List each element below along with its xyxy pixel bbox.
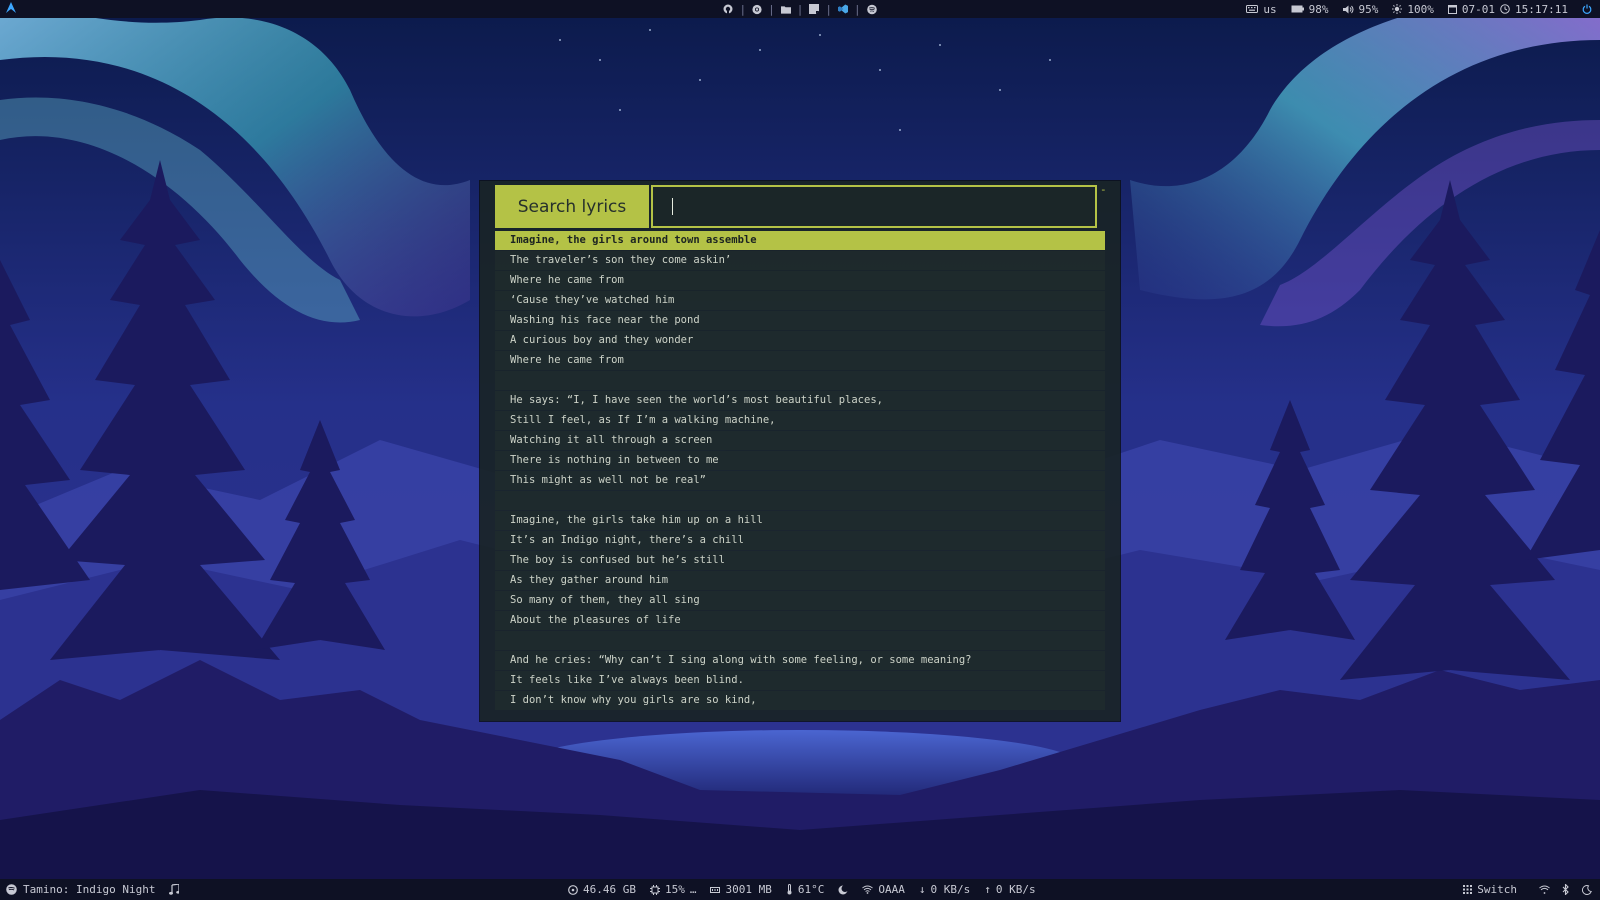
lyric-line[interactable]: And he cries: “Why can’t I sing along wi…: [495, 651, 1105, 670]
memory-icon: [710, 886, 721, 893]
lyric-line[interactable]: ‘Cause they’ve watched him: [495, 291, 1105, 310]
bottom-status-bar: Tamino: Indigo Night 46.46 GB 15% … 3001…: [0, 879, 1600, 900]
lyric-line[interactable]: As they gather around him: [495, 571, 1105, 590]
grid-icon: [1463, 885, 1473, 894]
notes-icon[interactable]: [809, 4, 820, 14]
upload-speed: ↑ 0 KB/s: [984, 883, 1035, 896]
workspace-switch-button[interactable]: Switch: [1463, 883, 1517, 896]
temperature-value: 61°C: [797, 883, 825, 896]
night-light-toggle[interactable]: [838, 884, 849, 895]
network-status[interactable]: OAAA: [862, 883, 905, 896]
lyric-line[interactable]: The boy is confused but he’s still: [495, 551, 1105, 570]
cpu-icon: [649, 884, 660, 895]
lyric-line[interactable]: So many of them, they all sing: [495, 591, 1105, 610]
brightness-icon: [1392, 4, 1403, 14]
cpu-more: …: [689, 883, 697, 896]
memory-value: 3001 MB: [725, 883, 772, 896]
folder-icon[interactable]: [780, 4, 791, 14]
cpu-value: 15%: [664, 883, 685, 896]
lyric-line[interactable]: About the pleasures of life: [495, 611, 1105, 630]
time-label: 15:17:11: [1515, 2, 1568, 16]
wifi-icon: [862, 885, 874, 894]
bluetooth-icon[interactable]: [1562, 884, 1570, 895]
disk-usage: 46.46 GB: [568, 883, 636, 896]
wifi-tray-icon[interactable]: [1539, 885, 1550, 894]
lyric-line[interactable]: He says: “I, I have seen the world’s mos…: [495, 391, 1105, 410]
date-label: 07-01: [1461, 2, 1496, 16]
lyric-line[interactable]: Still I feel, as If I’m a walking machin…: [495, 411, 1105, 430]
arrow-down-icon: ↓: [918, 883, 926, 896]
text-caret: [672, 198, 673, 215]
thermometer-icon: [787, 884, 792, 895]
lyric-line[interactable]: This might as well not be real”: [495, 471, 1105, 490]
separator: |: [825, 2, 832, 16]
lyric-line[interactable]: [495, 371, 1105, 390]
lyric-line[interactable]: Washing his face near the pond: [495, 311, 1105, 330]
music-note-icon[interactable]: [169, 884, 180, 895]
spotify-icon[interactable]: [866, 4, 877, 14]
lyric-line[interactable]: It’s an Indigo night, there’s a chill: [495, 531, 1105, 550]
search-field[interactable]: [651, 185, 1097, 228]
memory-usage: 3001 MB: [710, 883, 772, 896]
lyric-line-selected[interactable]: Imagine, the girls around town assemble: [495, 231, 1105, 250]
lyric-line[interactable]: There is nothing in between to me: [495, 451, 1105, 470]
volume-icon: [1342, 5, 1354, 13]
volume-level: 95%: [1358, 2, 1379, 16]
workspace-switch-label: Switch: [1477, 883, 1517, 896]
vscode-icon[interactable]: [837, 4, 848, 14]
keyboard-icon: [1246, 5, 1259, 13]
system-tray: us 98% 95% 100% 07-01 15:17:11: [1246, 0, 1592, 18]
separator: |: [739, 2, 747, 16]
lyric-line[interactable]: Where he came from: [495, 271, 1105, 290]
system-stats: 46.46 GB 15% … 3001 MB 61°C OAAA ↓ 0 KB/…: [568, 879, 1036, 900]
lyric-line[interactable]: Watching it all through a screen: [495, 431, 1105, 450]
moon-icon: [838, 884, 849, 894]
separator: |: [853, 2, 861, 16]
cpu-usage: 15% …: [649, 883, 697, 896]
battery-indicator[interactable]: 98%: [1291, 3, 1329, 16]
download-speed: ↓ 0 KB/s: [919, 883, 970, 896]
upload-value: 0 KB/s: [995, 883, 1036, 896]
spotify-icon[interactable]: [6, 884, 17, 895]
clock-icon: [1500, 4, 1510, 14]
search-input[interactable]: [653, 187, 1095, 226]
separator: |: [796, 2, 804, 16]
battery-level: 98%: [1308, 2, 1329, 16]
chrome-icon[interactable]: [752, 4, 762, 14]
keyboard-layout-label: us: [1263, 2, 1277, 16]
brightness-indicator[interactable]: 100%: [1392, 3, 1434, 16]
volume-indicator[interactable]: 95%: [1342, 2, 1379, 16]
calendar-icon: [1447, 5, 1457, 14]
temperature: 61°C: [786, 883, 825, 896]
arrow-up-icon: ↑: [984, 883, 991, 896]
lyric-line[interactable]: It feels like I’ve always been blind.: [495, 671, 1105, 690]
lyric-line[interactable]: A curious boy and they wonder: [495, 331, 1105, 350]
lyric-line[interactable]: [495, 491, 1105, 510]
lyrics-list[interactable]: Imagine, the girls around town assemble T…: [495, 231, 1105, 711]
now-playing-label[interactable]: Tamino: Indigo Night: [23, 883, 155, 896]
lyric-line[interactable]: Where he came from: [495, 351, 1105, 370]
search-prompt-label: Search lyrics: [495, 185, 649, 228]
network-name: OAAA: [878, 883, 905, 896]
disk-value: 46.46 GB: [583, 883, 636, 896]
power-icon[interactable]: [1582, 4, 1592, 14]
github-icon[interactable]: [723, 4, 733, 14]
lyric-line[interactable]: I don’t know why you girls are so kind,: [495, 691, 1105, 710]
lyric-line[interactable]: The traveler’s son they come askin’: [495, 251, 1105, 270]
battery-icon: [1291, 5, 1304, 13]
brightness-level: 100%: [1407, 2, 1434, 16]
lyric-line[interactable]: Imagine, the girls take him up on a hill: [495, 511, 1105, 530]
separator: |: [768, 2, 775, 16]
do-not-disturb-icon[interactable]: [1582, 884, 1592, 895]
top-status-bar: | | | | | us 98% 95% 100% 07-01 15:17:11: [0, 0, 1600, 18]
clock[interactable]: 07-01 15:17:11: [1447, 2, 1568, 16]
dialog-dash: -: [1100, 183, 1107, 196]
lyric-line[interactable]: [495, 631, 1105, 650]
keyboard-layout-indicator[interactable]: us: [1246, 2, 1277, 16]
download-value: 0 KB/s: [930, 883, 971, 896]
disk-icon: [568, 884, 578, 895]
lyrics-search-dialog: Search lyrics - Imagine, the girls aroun…: [480, 181, 1120, 721]
